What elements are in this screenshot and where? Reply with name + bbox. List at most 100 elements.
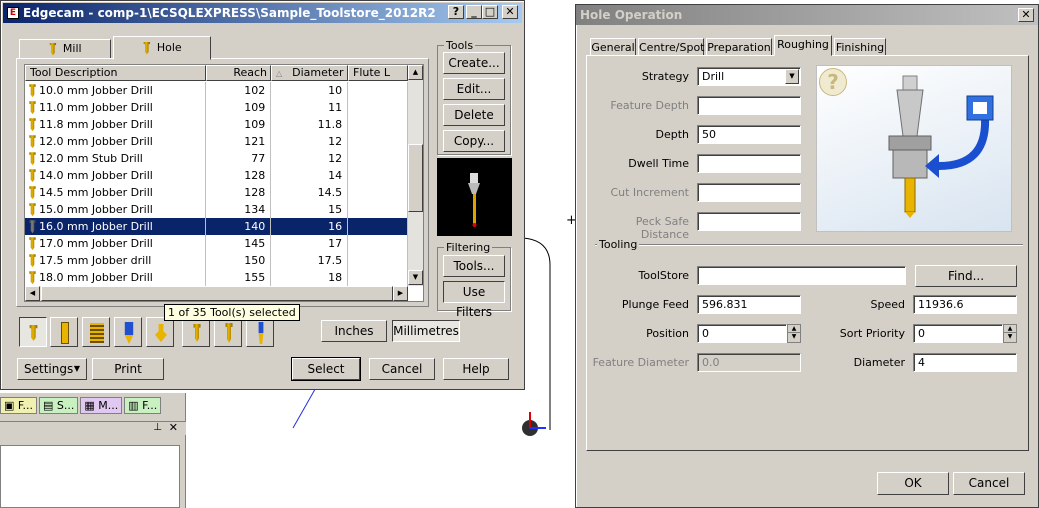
copy-button[interactable]: Copy... <box>443 130 505 152</box>
tab-mill[interactable]: Mill <box>19 39 111 59</box>
close-icon[interactable]: ✕ <box>1018 8 1034 22</box>
diameter-field[interactable]: 4 <box>913 353 1017 372</box>
col-flute[interactable]: Flute L <box>348 65 408 81</box>
sort-icon: △ <box>276 69 283 78</box>
depth-label: Depth <box>655 128 689 141</box>
millimetres-button[interactable]: Millimetres <box>392 320 460 342</box>
flute-cell <box>347 269 408 286</box>
pin-icon[interactable]: ⊥ <box>153 422 162 433</box>
reamer-icon <box>61 322 69 344</box>
drill-type-button[interactable] <box>19 317 47 347</box>
peck-safe-distance-field[interactable] <box>697 212 801 231</box>
table-row[interactable]: 11.8 mm Jobber Drill 109 11.8 <box>25 116 408 133</box>
spin-down-icon[interactable]: ▼ <box>788 333 800 341</box>
tool-description-cell: 18.0 mm Jobber Drill <box>25 269 207 286</box>
panel-tab-m[interactable]: ▦ M... <box>80 397 123 414</box>
table-row[interactable]: 12.0 mm Stub Drill 77 12 <box>25 150 408 167</box>
minimize-icon[interactable]: _ <box>466 5 482 19</box>
scroll-right-icon[interactable]: ▶ <box>393 286 408 301</box>
tab-finishing[interactable]: Finishing <box>834 38 886 56</box>
cut-increment-field[interactable] <box>697 183 801 202</box>
col-tool-description[interactable]: Tool Description <box>25 65 206 81</box>
col-reach[interactable]: Reach <box>206 65 271 81</box>
diameter-cell: 12 <box>270 150 349 167</box>
tab-preparation[interactable]: Preparation <box>706 38 772 56</box>
cancel-button[interactable]: Cancel <box>953 472 1025 495</box>
position-field[interactable]: 0 <box>697 324 787 343</box>
flute-cell <box>347 99 408 116</box>
dropdown-arrow-icon[interactable]: ▼ <box>785 69 799 84</box>
vertical-scrollbar[interactable]: ▲ ▼ <box>408 65 423 286</box>
maximize-icon[interactable]: □ <box>482 5 498 19</box>
scroll-thumb[interactable] <box>408 144 423 212</box>
filter-tools-button[interactable]: Tools... <box>443 255 505 277</box>
position-spinner[interactable]: ▲ ▼ <box>787 324 801 343</box>
help-icon[interactable]: ? <box>448 5 464 19</box>
flute-cell <box>347 167 408 184</box>
counterbore-type-button[interactable] <box>246 317 274 347</box>
use-filters-button[interactable]: Use Filters <box>443 281 505 319</box>
tab-hole[interactable]: Hole <box>113 36 211 60</box>
inches-button[interactable]: Inches <box>321 320 387 342</box>
close-icon[interactable]: ✕ <box>169 421 178 434</box>
flute-cell <box>347 252 408 269</box>
dwell-time-field[interactable] <box>697 154 801 173</box>
spin-down-icon[interactable]: ▼ <box>1004 333 1016 341</box>
depth-field[interactable]: 50 <box>697 125 801 144</box>
hscroll-thumb[interactable] <box>41 286 393 301</box>
scroll-left-icon[interactable]: ◀ <box>25 286 40 301</box>
settings-button[interactable]: Settings ▼ <box>17 358 87 380</box>
plunge-feed-field[interactable]: 596.831 <box>697 295 801 314</box>
panel-tab-s[interactable]: ▤ S... <box>38 397 79 414</box>
ok-button[interactable]: OK <box>877 472 949 495</box>
reamer-type-button[interactable] <box>50 317 78 347</box>
scroll-up-icon[interactable]: ▲ <box>408 65 423 80</box>
col-diameter[interactable]: △ Diameter <box>271 65 348 81</box>
strategy-select[interactable]: Drill ▼ <box>697 67 801 86</box>
tab-centre-spot[interactable]: Centre/Spot <box>638 38 705 56</box>
delete-button[interactable]: Delete <box>443 104 505 126</box>
table-row[interactable]: 11.0 mm Jobber Drill 109 11 <box>25 99 408 116</box>
horizontal-scrollbar[interactable]: ◀ ▶ <box>25 286 408 301</box>
reach-cell: 134 <box>205 201 272 218</box>
scroll-down-icon[interactable]: ▼ <box>408 270 423 285</box>
close-icon[interactable]: ✕ <box>502 5 518 19</box>
toolstore-field[interactable] <box>697 266 906 285</box>
sort-priority-field[interactable]: 0 <box>913 324 1003 343</box>
create-button[interactable]: Create... <box>443 52 505 74</box>
spin-up-icon[interactable]: ▲ <box>1004 325 1016 333</box>
table-row[interactable]: 10.0 mm Jobber Drill 102 10 <box>25 82 408 99</box>
panel-tab-f1[interactable]: ▣ F... <box>0 397 37 414</box>
table-row[interactable]: 17.0 mm Jobber Drill 145 17 <box>25 235 408 252</box>
tap-type-button[interactable] <box>82 317 110 347</box>
print-button[interactable]: Print <box>92 358 164 380</box>
spin-up-icon[interactable]: ▲ <box>788 325 800 333</box>
table-row[interactable]: 16.0 mm Jobber Drill 140 16 <box>25 218 408 235</box>
countersink-type-button[interactable] <box>146 317 174 347</box>
table-row[interactable]: 18.0 mm Jobber Drill 155 18 <box>25 269 408 286</box>
sort-priority-spinner[interactable]: ▲ ▼ <box>1003 324 1017 343</box>
tab-roughing[interactable]: Roughing <box>774 35 832 56</box>
window-title: Hole Operation <box>580 8 683 22</box>
counterbore-icon <box>258 322 264 344</box>
table-row[interactable]: 12.0 mm Jobber Drill 121 12 <box>25 133 408 150</box>
spot-type-button[interactable] <box>182 317 210 347</box>
speed-field[interactable]: 11936.6 <box>913 295 1017 314</box>
step-drill-type-button[interactable] <box>214 317 242 347</box>
edit-button[interactable]: Edit... <box>443 78 505 100</box>
panel-tab-f2[interactable]: ▥ F... <box>124 397 162 414</box>
feature-depth-field[interactable] <box>697 96 801 115</box>
table-row[interactable]: 14.5 mm Jobber Drill 128 14.5 <box>25 184 408 201</box>
boring-type-button[interactable] <box>114 317 142 347</box>
table-row[interactable]: 17.5 mm Jobber drill 150 17.5 <box>25 252 408 269</box>
table-row[interactable]: 15.0 mm Jobber Drill 134 15 <box>25 201 408 218</box>
help-button[interactable]: Help <box>443 358 509 380</box>
drill-icon <box>29 101 36 115</box>
tab-general[interactable]: General <box>590 38 636 56</box>
table-row[interactable]: 14.0 mm Jobber Drill 128 14 <box>25 167 408 184</box>
select-button[interactable]: Select <box>291 357 361 381</box>
find-button[interactable]: Find... <box>915 265 1017 287</box>
status-tooltip: 1 of 35 Tool(s) selected <box>164 304 300 321</box>
cancel-button[interactable]: Cancel <box>369 358 435 380</box>
diameter-cell: 17 <box>270 235 349 252</box>
